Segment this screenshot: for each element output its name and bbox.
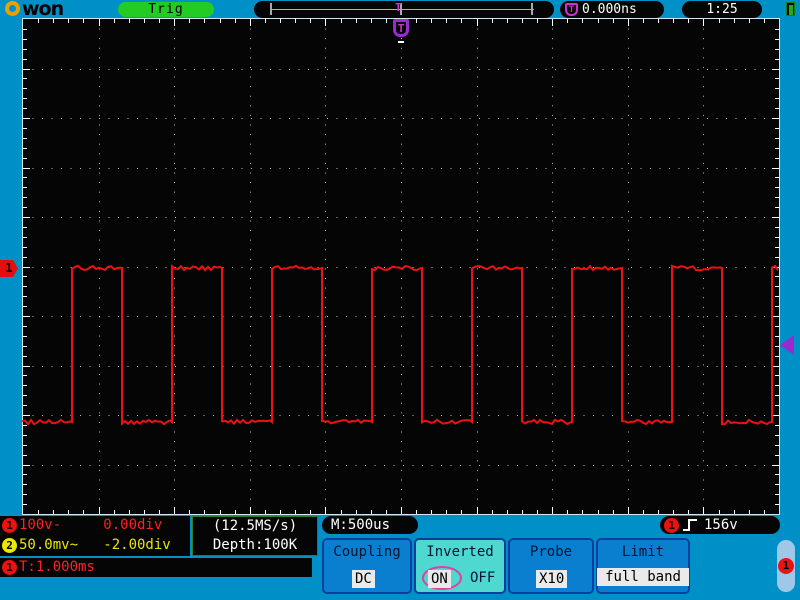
memory-timeline-bar[interactable]: T [254, 1, 554, 18]
sample-rate-box: (12.5MS/s) Depth:100K [192, 516, 318, 556]
horizontal-position-readout: T 0.000ns [560, 1, 664, 18]
ch2-measurement-row: 2 50.0mv~ -2.00div [0, 536, 190, 556]
timeline-right-bracket [531, 3, 533, 15]
menu-page-badge: 1 [778, 558, 794, 574]
inverted-button[interactable]: Inverted ON OFF [414, 538, 506, 594]
timeline-left-bracket [270, 3, 272, 15]
menu-page-scroll[interactable]: 1 [777, 540, 795, 592]
ch1-ground-marker-label: 1 [0, 260, 18, 277]
timeline-trigger-icon: T [395, 1, 402, 14]
logo-text: won [22, 0, 63, 20]
owon-logo: won [2, 0, 98, 18]
ch1-waveform [22, 18, 780, 515]
trigger-level-value: 156v [704, 516, 738, 534]
battery-icon [786, 2, 795, 16]
logo-o-icon [5, 1, 20, 16]
horizontal-position-value: 0.000ns [582, 1, 637, 18]
top-status-bar: won Trig T T 0.000ns 1:25 [0, 0, 800, 18]
trigger-level-readout: 1 156v [660, 516, 780, 534]
trigger-position-marker[interactable]: T [393, 19, 409, 37]
timeline-track [272, 9, 534, 10]
timebase-readout: M:500us [322, 516, 418, 534]
ch1-ground-marker[interactable]: 1 [0, 260, 22, 277]
ch2-badge: 2 [2, 538, 17, 553]
limit-label: Limit [598, 544, 688, 560]
probe-label: Probe [510, 544, 592, 560]
coupling-value: DC [352, 570, 375, 588]
inverted-label: Inverted [416, 544, 504, 560]
ch2-scale-offset: 50.0mv~ -2.00div [19, 537, 171, 553]
rising-edge-icon [682, 519, 698, 531]
probe-value: X10 [536, 570, 567, 588]
trigger-t-icon: T [565, 3, 578, 16]
time-ratio-readout: 1:25 [682, 1, 762, 18]
trigger-period-row: 1 T:1.000ms [0, 558, 312, 577]
memory-depth-value: Depth:100K [193, 536, 317, 555]
channel-measurements: 1 100v- 0.00div 2 50.0mv~ -2.00div [0, 516, 190, 556]
limit-value: full band [597, 568, 689, 586]
inverted-off-option[interactable]: OFF [470, 570, 495, 586]
trigger-period-badge: 1 [2, 560, 17, 575]
inverted-on-option[interactable]: ON [428, 570, 451, 588]
trigger-source-badge: 1 [664, 518, 679, 533]
ch1-badge: 1 [2, 518, 17, 533]
ch1-measurement-row: 1 100v- 0.00div [0, 516, 190, 536]
oscilloscope-screen: won Trig T T 0.000ns 1:25 1 T 1 100v- 0.… [0, 0, 800, 600]
coupling-label: Coupling [324, 544, 410, 560]
trigger-position-tick [398, 41, 404, 43]
trigger-status-badge: Trig [118, 2, 214, 17]
probe-button[interactable]: Probe X10 [508, 538, 594, 594]
sample-rate-value: (12.5MS/s) [193, 517, 317, 536]
trigger-period-value: T:1.000ms [19, 559, 95, 575]
coupling-button[interactable]: Coupling DC [322, 538, 412, 594]
ch1-scale-offset: 100v- 0.00div [19, 517, 162, 533]
trigger-level-arrow[interactable] [780, 335, 794, 355]
limit-button[interactable]: Limit full band [596, 538, 690, 594]
